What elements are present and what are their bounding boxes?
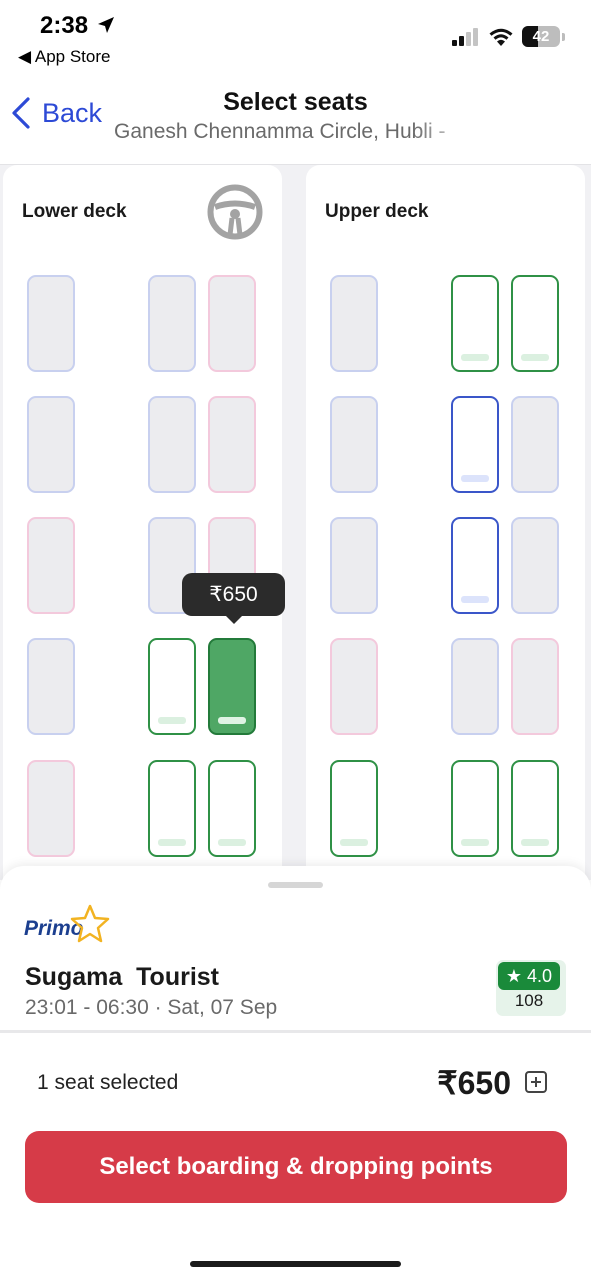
seat-pillow xyxy=(461,839,489,846)
seat-pillow xyxy=(521,839,549,846)
lower-seat-1-1 xyxy=(27,275,75,372)
lower-seat-1-2 xyxy=(148,275,196,372)
lower-seat-2-2 xyxy=(148,396,196,493)
lower-deck-label: Lower deck xyxy=(22,201,127,222)
status-time: 2:38 xyxy=(40,12,89,39)
upper-seat-5-2[interactable] xyxy=(451,760,499,857)
expand-fare-icon[interactable] xyxy=(525,1071,547,1093)
seat-pillow xyxy=(158,839,186,846)
operator-name: Sugama Tourist xyxy=(25,963,220,991)
battery-level: 42 xyxy=(532,28,550,45)
location-arrow-icon xyxy=(98,17,114,33)
rating-score: ★ 4.0 xyxy=(498,962,560,990)
cellular-signal-icon xyxy=(452,27,478,46)
seat-pillow xyxy=(218,717,246,724)
seat-pillow xyxy=(461,354,489,361)
seat-pillow xyxy=(158,717,186,724)
select-boarding-dropping-button[interactable]: Select boarding & dropping points xyxy=(25,1131,567,1203)
lower-deck: Lower deck xyxy=(3,165,282,880)
sheet-drag-handle[interactable] xyxy=(268,882,323,888)
lower-seat-1-3 xyxy=(208,275,256,372)
wifi-icon xyxy=(489,28,513,46)
upper-seat-2-3 xyxy=(511,396,559,493)
upper-seat-2-2[interactable] xyxy=(451,396,499,493)
seat-pillow xyxy=(521,354,549,361)
upper-seat-4-3 xyxy=(511,638,559,735)
upper-seat-5-1[interactable] xyxy=(330,760,378,857)
lower-seat-5-2[interactable] xyxy=(148,760,196,857)
upper-seat-3-1 xyxy=(330,517,378,614)
nav-header: Back Select seats Ganesh Chennamma Circl… xyxy=(0,80,591,164)
rating-count: 108 xyxy=(514,991,544,1010)
upper-seat-1-1 xyxy=(330,275,378,372)
seat-price-tooltip: ₹650 xyxy=(182,573,285,624)
back-to-app-store[interactable]: ◀ App Store xyxy=(18,47,110,67)
upper-seat-3-3 xyxy=(511,517,559,614)
booking-bottom-sheet: Primo Sugama Tourist 23:01 - 06:30 · Sat… xyxy=(0,866,591,1280)
upper-seat-5-3[interactable] xyxy=(511,760,559,857)
lower-seat-2-3 xyxy=(208,396,256,493)
lower-seat-3-1 xyxy=(27,517,75,614)
seat-pillow xyxy=(340,839,368,846)
lower-seat-4-3[interactable] xyxy=(208,638,256,735)
upper-seat-3-2[interactable] xyxy=(451,517,499,614)
lower-seat-2-1 xyxy=(27,396,75,493)
upper-seat-4-2 xyxy=(451,638,499,735)
upper-deck: Upper deck xyxy=(306,165,585,880)
sheet-divider xyxy=(0,1030,591,1033)
rating-badge: ★ 4.0 108 xyxy=(496,960,566,1016)
trip-times: 23:01 - 06:30 · Sat, 07 Sep xyxy=(25,996,278,1019)
lower-seat-4-1 xyxy=(27,638,75,735)
seat-pillow xyxy=(461,596,489,603)
seats-selected-text: 1 seat selected xyxy=(37,1071,179,1094)
steering-wheel-icon xyxy=(207,184,263,240)
status-bar: 2:38 ◀ App Store 42 xyxy=(0,0,591,70)
lower-seat-4-2[interactable] xyxy=(148,638,196,735)
page-title: Select seats xyxy=(223,88,368,116)
upper-deck-label: Upper deck xyxy=(325,201,429,222)
upper-seat-1-2[interactable] xyxy=(451,275,499,372)
lower-seat-5-3[interactable] xyxy=(208,760,256,857)
status-icons: 42 xyxy=(452,26,565,47)
seat-map: Lower deck Upper deck ₹650 xyxy=(0,165,591,880)
home-indicator xyxy=(190,1261,401,1267)
upper-seat-1-3[interactable] xyxy=(511,275,559,372)
battery-tip xyxy=(562,32,565,41)
lower-seat-5-1 xyxy=(27,760,75,857)
seat-pillow xyxy=(461,475,489,482)
primo-star-icon xyxy=(70,904,110,943)
route-subtitle: Ganesh Chennamma Circle, Hubli - xyxy=(114,120,446,143)
battery-icon: 42 xyxy=(522,26,560,47)
seat-pillow xyxy=(218,839,246,846)
total-price: ₹650 xyxy=(437,1065,511,1101)
upper-seat-4-1 xyxy=(330,638,378,735)
upper-seat-2-1 xyxy=(330,396,378,493)
